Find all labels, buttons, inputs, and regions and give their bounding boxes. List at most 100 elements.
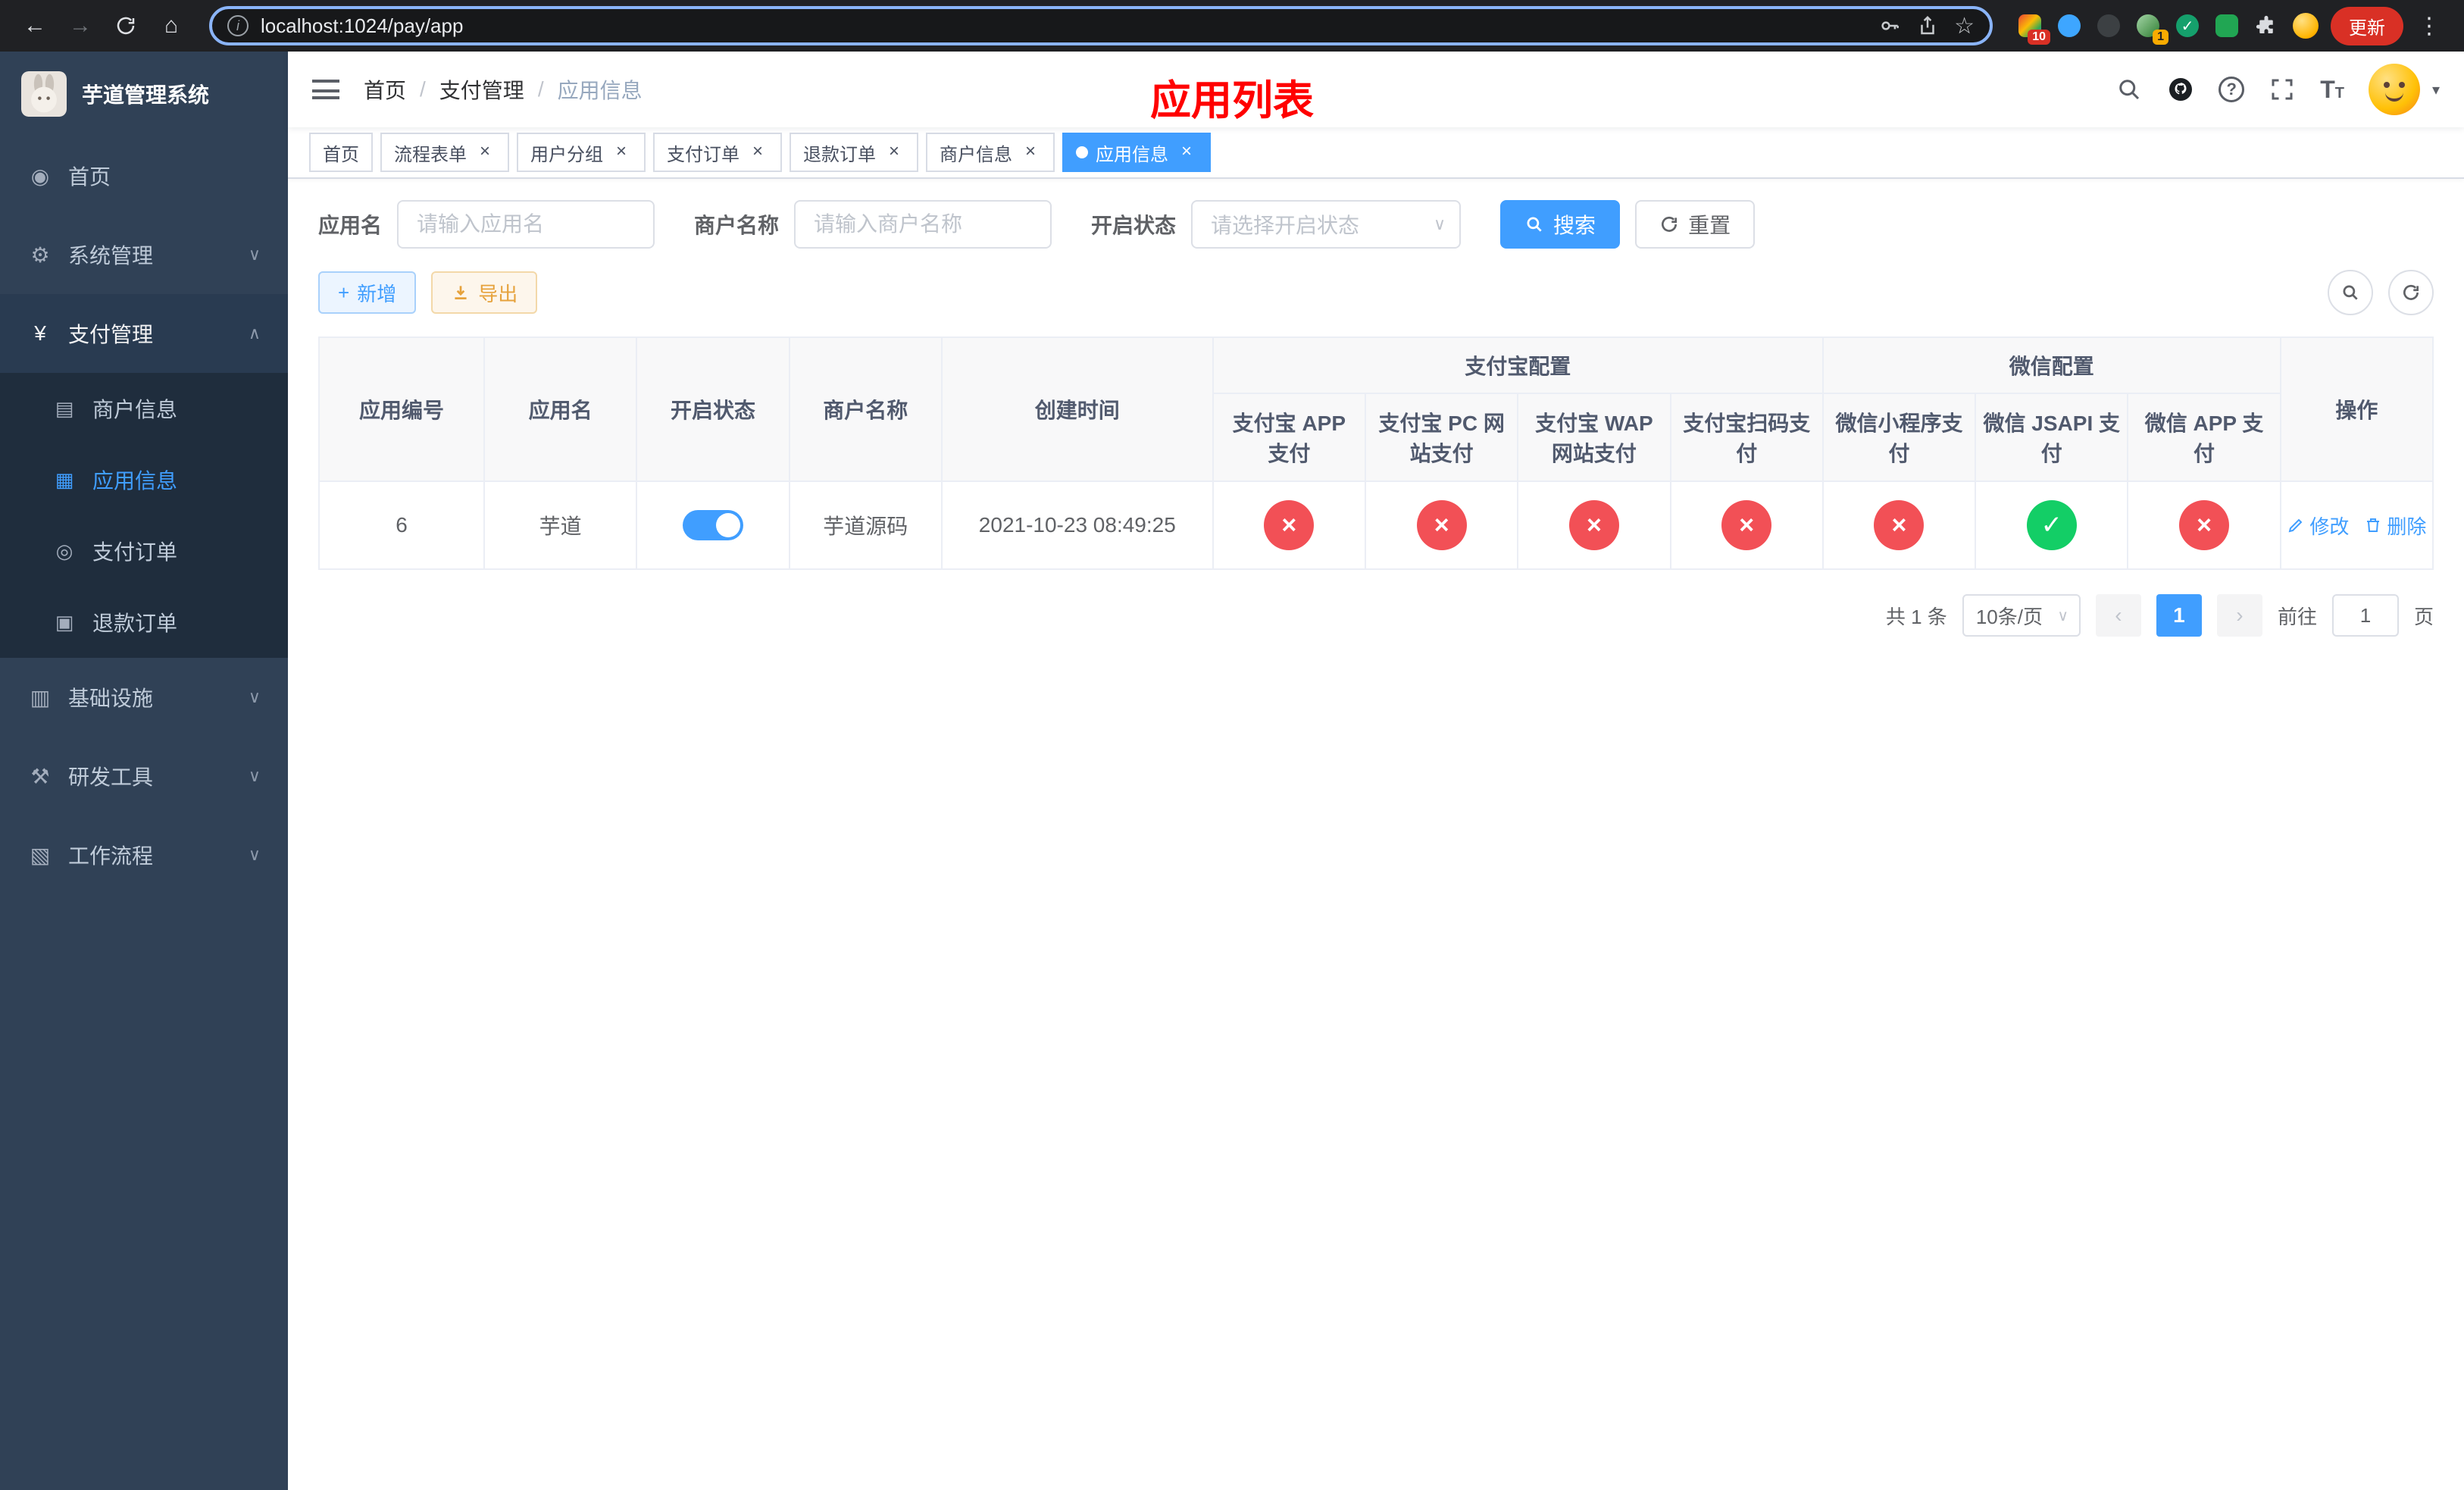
close-icon[interactable]: × — [1020, 142, 1041, 163]
breadcrumb-item-home[interactable]: 首页 — [364, 74, 406, 105]
server-icon: ▥ — [30, 685, 51, 709]
help-icon[interactable]: ? — [2219, 77, 2245, 102]
sidebar-item-workflow[interactable]: ▧ 工作流程 ∨ — [0, 815, 288, 894]
browser-menu-button[interactable]: ⋮ — [2409, 6, 2449, 45]
url-bar[interactable]: i localhost:1024/pay/app ☆ — [209, 6, 1993, 45]
search-button[interactable]: 搜索 — [1500, 200, 1621, 249]
sidebar-item-refund-order[interactable]: ▣ 退款订单 — [0, 587, 288, 658]
close-icon[interactable]: × — [747, 142, 768, 163]
pagination: 共 1 条 10条/页 ∨ ‹ 1 › 前往 页 — [318, 594, 2434, 637]
browser-forward-button[interactable]: → — [61, 6, 100, 45]
refresh-icon — [2403, 284, 2419, 300]
goto-input[interactable] — [2331, 594, 2399, 637]
tab-process-form[interactable]: 流程表单 × — [380, 133, 509, 172]
sidebar-item-label: 系统管理 — [68, 244, 154, 268]
sidebar-item-merchant-info[interactable]: ▤ 商户信息 — [0, 373, 288, 444]
status-toggle[interactable] — [682, 510, 743, 540]
sidebar-item-label: 研发工具 — [68, 765, 154, 789]
sidebar-item-infrastructure[interactable]: ▥ 基础设施 ∨ — [0, 658, 288, 737]
update-button[interactable]: 更新 — [2331, 6, 2403, 45]
tab-label: 流程表单 — [394, 144, 467, 165]
browser-refresh-button[interactable] — [106, 6, 145, 45]
share-icon[interactable] — [1916, 14, 1939, 37]
app-name-label: 应用名 — [318, 214, 383, 237]
extension-icon-check-green[interactable]: ✓ — [2175, 13, 2200, 39]
tab-label: 首页 — [323, 144, 359, 165]
search-icon[interactable] — [2115, 76, 2143, 103]
tab-label: 应用信息 — [1096, 144, 1168, 165]
browser-back-button[interactable]: ← — [15, 6, 55, 45]
extension-icon-dark[interactable] — [2096, 13, 2122, 39]
status-select[interactable]: 请选择开启状态 ∨ — [1191, 200, 1462, 249]
avatar[interactable] — [2368, 64, 2420, 115]
next-page-button[interactable]: › — [2216, 594, 2262, 637]
sidebar-item-pay-order[interactable]: ◎ 支付订单 — [0, 515, 288, 587]
cross-icon: × — [1568, 500, 1619, 550]
check-icon: ✓ — [2026, 500, 2077, 550]
page-button-1[interactable]: 1 — [2156, 594, 2202, 637]
tab-refund-order[interactable]: 退款订单 × — [790, 133, 918, 172]
close-icon[interactable]: × — [611, 142, 632, 163]
font-size-icon[interactable]: TT — [2320, 76, 2344, 104]
extension-icon-avatar-green[interactable]: 1 — [2135, 13, 2169, 45]
status-label: 开启状态 — [1091, 214, 1177, 237]
sidebar-item-home[interactable]: ◉ 首页 — [0, 136, 288, 215]
grid-icon: ▦ — [55, 468, 74, 491]
col-app-name: 应用名 — [483, 337, 638, 482]
sidebar-item-system[interactable]: ⚙ 系统管理 ∨ — [0, 215, 288, 294]
close-icon[interactable]: × — [474, 142, 496, 163]
page-size-value: 10条/页 — [1975, 605, 2043, 628]
sidebar-item-devtools[interactable]: ⚒ 研发工具 ∨ — [0, 737, 288, 815]
github-icon[interactable] — [2167, 76, 2194, 103]
breadcrumb-item-payment[interactable]: 支付管理 — [439, 74, 524, 105]
delete-link[interactable]: 删除 — [2364, 512, 2426, 540]
extension-icon-green-square[interactable] — [2214, 13, 2240, 39]
refresh-table-button[interactable] — [2388, 270, 2434, 315]
tab-app-info[interactable]: 应用信息 × — [1062, 133, 1211, 172]
sidebar-item-label: 支付订单 — [92, 540, 178, 564]
table-row: 6 芋道 芋道源码 2021-10-23 08:49:25 × × × × × … — [317, 480, 2434, 570]
extensions-puzzle-icon[interactable] — [2253, 13, 2279, 39]
sidebar-toggle-icon[interactable] — [312, 80, 339, 99]
info-icon[interactable]: i — [227, 15, 249, 36]
sidebar-item-label: 支付管理 — [68, 323, 154, 346]
cross-icon: × — [1416, 500, 1467, 550]
tab-merchant-info[interactable]: 商户信息 × — [926, 133, 1055, 172]
active-dot-icon — [1076, 146, 1088, 158]
refresh-icon — [117, 17, 135, 35]
search-icon — [1527, 217, 1542, 232]
close-icon[interactable]: × — [1176, 142, 1197, 163]
add-button[interactable]: + 新增 — [318, 271, 417, 314]
extension-icon-grid[interactable]: 10 — [2017, 13, 2050, 45]
merchant-name-label: 商户名称 — [694, 214, 780, 237]
sidebar-item-app-info[interactable]: ▦ 应用信息 — [0, 444, 288, 515]
search-icon — [2343, 285, 2358, 300]
url-text[interactable]: localhost:1024/pay/app — [261, 14, 1866, 38]
sidebar: 芋道管理系统 ◉ 首页 ⚙ 系统管理 ∨ ¥ 支付管理 ∧ ▤ 商户信息 ▦ 应… — [0, 52, 288, 1490]
tab-pay-order[interactable]: 支付订单 × — [653, 133, 782, 172]
caret-down-icon[interactable]: ▾ — [2432, 80, 2440, 99]
toggle-search-button[interactable] — [2328, 270, 2373, 315]
tab-label: 退款订单 — [803, 144, 876, 165]
fullscreen-icon[interactable] — [2269, 76, 2296, 103]
cross-icon: × — [1874, 500, 1925, 550]
page-size-select[interactable]: 10条/页 ∨ — [1962, 594, 2081, 637]
reset-button[interactable]: 重置 — [1635, 200, 1756, 249]
edit-link[interactable]: 修改 — [2287, 512, 2349, 540]
star-icon[interactable]: ☆ — [1954, 13, 1975, 39]
browser-avatar[interactable] — [2293, 13, 2319, 39]
key-icon[interactable] — [1878, 14, 1901, 37]
extension-icon-blue[interactable] — [2056, 13, 2082, 39]
close-icon[interactable]: × — [883, 142, 905, 163]
merchant-name-input[interactable] — [794, 200, 1052, 249]
chevron-down-icon: ∨ — [248, 687, 261, 706]
browser-home-button[interactable]: ⌂ — [152, 6, 191, 45]
prev-page-button[interactable]: ‹ — [2095, 594, 2141, 637]
sidebar-item-payment[interactable]: ¥ 支付管理 ∧ — [0, 294, 288, 373]
pencil-icon — [2288, 518, 2303, 533]
export-button[interactable]: 导出 — [431, 271, 538, 314]
tab-user-group[interactable]: 用户分组 × — [517, 133, 646, 172]
cell-app-name: 芋道 — [483, 480, 638, 570]
tab-home[interactable]: 首页 — [309, 133, 373, 172]
app-name-input[interactable] — [397, 200, 655, 249]
